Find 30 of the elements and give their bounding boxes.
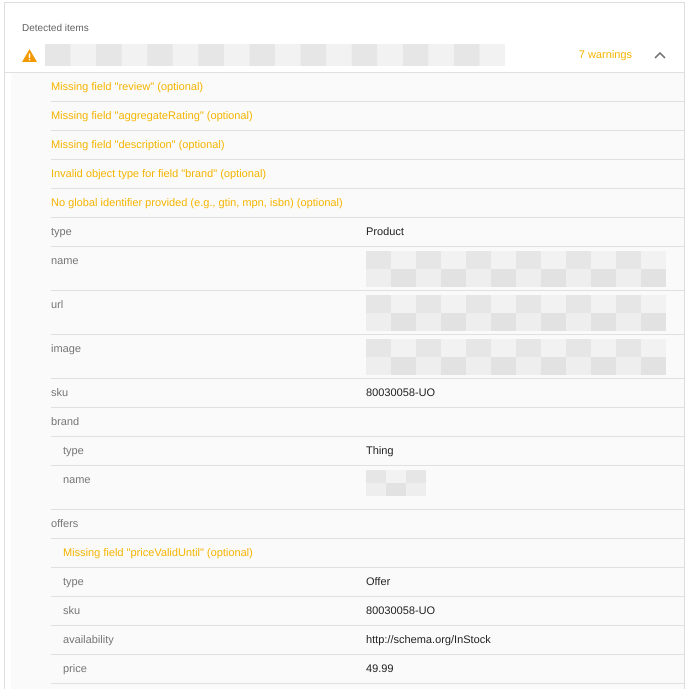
warning-text: No global identifier provided (e.g., gtin, mpn, isbn) (optional) (51, 197, 343, 211)
warning-text: Missing field "review" (optional) (51, 81, 204, 95)
property-label: url (51, 299, 64, 312)
property-label: sku (62, 605, 82, 618)
warning-text: Invalid object type for field "brand" (optional) (51, 168, 266, 182)
warning-text: Missing field "aggregateRating" (optional) (51, 110, 253, 124)
warning-text: Missing field "priceValidUntil" (optional) (62, 547, 253, 561)
property-value: 80030058-UO (366, 387, 436, 400)
property-value: Offer (366, 576, 390, 589)
section-title: Detected items (21, 22, 90, 34)
property-label: name (62, 474, 92, 487)
warning-icon (22, 48, 37, 62)
property-value: Product (366, 226, 404, 239)
property-label: type (51, 226, 73, 239)
property-value: 80030058-UO (366, 605, 436, 618)
property-label: sku (51, 387, 70, 400)
property-label: price (62, 663, 88, 676)
property-label: offers (51, 518, 80, 531)
property-value: http://schema.org/InStock (366, 634, 491, 647)
property-label: image (51, 343, 82, 356)
property-label: name (51, 255, 80, 268)
property-label: type (62, 445, 85, 458)
warnings-count: 7 warnings (578, 49, 632, 61)
property-label: brand (51, 416, 80, 429)
chevron-icon (654, 51, 666, 59)
property-value: 49.99 (366, 663, 394, 676)
warning-text: Missing field "description" (optional) (51, 139, 224, 153)
property-value: Thing (366, 445, 394, 458)
property-label: availability (62, 634, 115, 647)
property-label: type (62, 576, 85, 589)
